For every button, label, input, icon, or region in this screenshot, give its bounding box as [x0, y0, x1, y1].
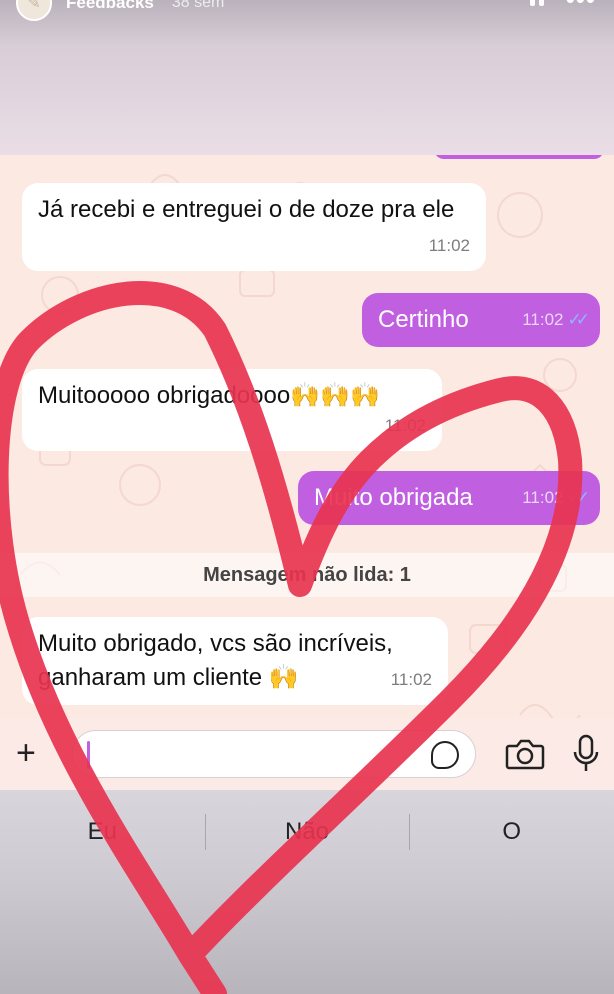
message-time: 11:02	[428, 236, 470, 255]
message-time: 11:02 ✓✓	[522, 488, 590, 507]
message-time: 11:02 ✓✓	[522, 310, 590, 329]
keyboard-suggestions: Eu Não O	[0, 790, 614, 874]
message-bubble-outgoing[interactable]: Muito obrigada 11:02 ✓✓	[298, 471, 600, 525]
read-ticks-icon: ✓✓	[567, 310, 590, 329]
message-text: Muito obrigada	[314, 484, 473, 511]
previous-message-bubble[interactable]	[434, 155, 604, 159]
suggestion-item[interactable]: Eu	[0, 812, 205, 852]
message-bubble-outgoing[interactable]: Certinho 11:02 ✓✓	[362, 293, 600, 347]
read-ticks-icon: ✓✓	[567, 488, 590, 507]
chat-area[interactable]: Já recebi e entreguei o de doze pra ele …	[0, 155, 614, 790]
message-input[interactable]	[72, 730, 476, 778]
plus-icon[interactable]: +	[16, 736, 36, 770]
message-input-bar: +	[0, 718, 614, 790]
more-options-icon[interactable]: •••	[566, 0, 596, 12]
message-time: 11:02	[384, 416, 426, 435]
sticker-icon[interactable]	[431, 741, 459, 769]
message-bubble-incoming[interactable]: Já recebi e entreguei o de doze pra ele …	[22, 183, 486, 271]
story-controls: •••	[529, 0, 596, 12]
message-text: Muitooooo obrigadoooo🙌🙌🙌	[38, 382, 380, 409]
story-avatar[interactable]: ✎	[16, 0, 52, 21]
story-time: 38 sem	[171, 0, 225, 11]
story-header-area: ✎ Feedbacks 38 sem •••	[0, 0, 614, 155]
story-name[interactable]: Feedbacks	[66, 0, 154, 13]
suggestion-item[interactable]: O	[409, 812, 614, 852]
story-header: ✎ Feedbacks 38 sem	[16, 0, 225, 21]
microphone-icon[interactable]	[572, 734, 600, 774]
message-text: Certinho	[378, 306, 469, 333]
message-time: 11:02	[390, 670, 432, 689]
message-text: Já recebi e entreguei o de doze pra ele	[38, 196, 455, 223]
pause-icon[interactable]	[529, 0, 544, 6]
message-bubble-incoming[interactable]: Muitooooo obrigadoooo🙌🙌🙌 11:02	[22, 369, 442, 451]
message-bubble-incoming[interactable]: Muito obrigado, vcs são incríveis, ganha…	[22, 617, 448, 705]
message-text: Muito obrigado, vcs são incríveis, ganha…	[38, 630, 393, 691]
suggestion-item[interactable]: Não	[204, 812, 410, 852]
text-cursor	[87, 741, 90, 769]
keyboard: Eu Não O	[0, 790, 614, 994]
unread-messages-divider: Mensagem não lida: 1	[0, 553, 614, 597]
camera-icon[interactable]	[505, 738, 545, 770]
